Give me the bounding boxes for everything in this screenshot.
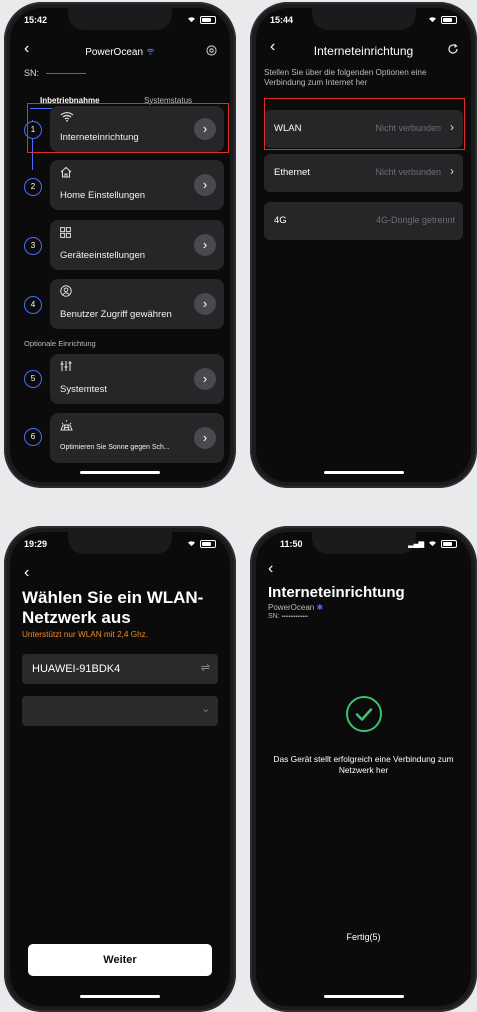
chevron-down-icon[interactable]: ⌄ (202, 704, 210, 715)
wifi-status-icon (428, 15, 437, 25)
phone-connection-success: 11:50 ▂▄▆ ‹ Interneteinrichtung PowerOce… (250, 526, 477, 1012)
back-button[interactable]: ‹ (24, 564, 29, 582)
weiter-button[interactable]: Weiter (28, 944, 212, 976)
status-bar: 15:42 (24, 15, 216, 27)
button-label: Weiter (103, 954, 137, 966)
chevron-right-icon[interactable]: › (194, 174, 216, 196)
home-icon (60, 166, 72, 181)
subtitle-warning: Unterstützt nur WLAN mit 2,4 Ghz. (22, 630, 149, 639)
wifi-status-icon (187, 539, 196, 549)
step-number-3: 3 (24, 237, 42, 255)
status-time: 15:44 (270, 15, 294, 25)
home-indicator (323, 471, 404, 474)
chevron-right-icon[interactable]: › (194, 234, 216, 256)
bluetooth-icon: ✱ (316, 603, 324, 612)
serial-row: SN: ••••••••••••••• (268, 613, 308, 620)
home-indicator (80, 995, 160, 998)
battery-icon (200, 540, 216, 548)
step-card-home-einstellungen[interactable]: Home Einstellungen › (50, 160, 224, 210)
battery-icon (441, 540, 457, 548)
row-ethernet[interactable]: Ethernet Nicht verbunden › (264, 154, 463, 192)
step-card-systemtest[interactable]: Systemtest › (50, 354, 224, 404)
status-bar: 19:29 (24, 539, 216, 551)
row-value: Nicht verbunden (375, 167, 441, 177)
status-icons (428, 15, 457, 25)
step-label: Systemtest (60, 384, 107, 395)
row-value: 4G-Dongle getrennt (375, 215, 455, 225)
sliders-icon (60, 360, 72, 375)
step-card-optimieren[interactable]: Optimieren Sie Sonne gegen Sch... › (50, 413, 224, 463)
wifi-small-icon (146, 47, 155, 57)
status-time: 15:42 (24, 15, 48, 25)
page-title: PowerOcean (85, 47, 144, 58)
battery-icon (441, 16, 457, 24)
settings-gear-icon[interactable] (205, 44, 218, 62)
row-label: Ethernet (274, 167, 310, 178)
status-icons: ▂▄▆ (408, 539, 457, 549)
status-bar: 15:44 (270, 15, 457, 27)
wifi-status-icon (187, 15, 196, 25)
password-field[interactable]: ⌄ (22, 696, 218, 726)
user-icon (60, 285, 72, 300)
serial-number: SN: (24, 68, 86, 78)
step-card-benutzer-zugriff[interactable]: Benutzer Zugriff gewähren › (50, 279, 224, 329)
refresh-icon[interactable] (447, 42, 459, 60)
description-text: Stellen Sie über die folgenden Optionen … (264, 68, 427, 88)
done-button[interactable]: Fertig(5) (256, 932, 471, 942)
status-time: 11:50 (280, 539, 303, 549)
page-title: Wählen Sie ein WLAN-Netzwerk aus (22, 588, 204, 628)
optional-heading: Optionale Einrichtung (24, 339, 96, 348)
signal-icon: ▂▄▆ (408, 541, 424, 548)
step-label: Optimieren Sie Sonne gegen Sch... (60, 444, 170, 451)
sn-label: SN: (24, 68, 40, 78)
step-number-2: 2 (24, 178, 42, 196)
page-title: Interneteinrichtung (268, 584, 405, 601)
status-time: 19:29 (24, 539, 48, 549)
phone-powerocean-setup: 15:42 ‹ PowerOcean SN: Inbetriebnahme Sy… (4, 2, 236, 488)
step-label: Geräteeinstellungen (60, 250, 146, 261)
chevron-right-icon[interactable]: › (194, 368, 216, 390)
header-title-row: PowerOcean (10, 47, 230, 58)
grid-icon (60, 226, 71, 241)
network-field[interactable]: HUAWEI-91BDK4 ⇌ (22, 654, 218, 684)
wifi-status-icon (428, 539, 437, 549)
chevron-right-icon[interactable]: › (194, 293, 216, 315)
row-4g: 4G 4G-Dongle getrennt (264, 202, 463, 240)
step-number-4: 4 (24, 296, 42, 314)
home-indicator (80, 471, 160, 474)
screen: 15:44 ‹ Interneteinrichtung Stellen Sie … (256, 8, 471, 482)
sn-value: ••••••••••••••• (281, 614, 308, 620)
phone-internet-setup: 15:44 ‹ Interneteinrichtung Stellen Sie … (250, 2, 477, 488)
screen: 19:29 ‹ Wählen Sie ein WLAN-Netzwerk aus… (10, 532, 230, 1006)
device-name: PowerOcean (268, 603, 315, 612)
step-label: Home Einstellungen (60, 190, 146, 201)
sn-label: SN: (268, 613, 280, 620)
highlight-box (264, 98, 465, 150)
row-label: 4G (274, 215, 287, 226)
status-bar: 11:50 ▂▄▆ (270, 539, 457, 551)
screen: 11:50 ▂▄▆ ‹ Interneteinrichtung PowerOce… (256, 532, 471, 1006)
screen: 15:42 ‹ PowerOcean SN: Inbetriebnahme Sy… (10, 8, 230, 482)
highlight-box (27, 103, 229, 153)
solar-icon (60, 419, 73, 434)
network-name: HUAWEI-91BDK4 (32, 663, 121, 675)
success-message: Das Gerät stellt erfolgreich eine Verbin… (273, 754, 454, 775)
success-check-icon (345, 696, 382, 732)
step-label: Benutzer Zugriff gewähren (60, 309, 172, 320)
step-number-5: 5 (24, 370, 42, 388)
status-icons (187, 539, 216, 549)
page-title: Interneteinrichtung (313, 44, 414, 58)
device-row: PowerOcean ✱ (268, 603, 323, 612)
status-icons (187, 15, 216, 25)
switch-network-icon[interactable]: ⇌ (201, 661, 210, 674)
chevron-right-icon[interactable]: › (194, 427, 216, 449)
chevron-right-icon: › (450, 164, 454, 178)
battery-icon (200, 16, 216, 24)
step-number-6: 6 (24, 428, 42, 446)
sn-masked-line (45, 73, 86, 75)
home-indicator (323, 995, 404, 998)
step-card-geraeteeinstellungen[interactable]: Geräteeinstellungen › (50, 220, 224, 270)
back-button[interactable]: ‹ (268, 560, 273, 578)
phone-wlan-select: 19:29 ‹ Wählen Sie ein WLAN-Netzwerk aus… (4, 526, 236, 1012)
